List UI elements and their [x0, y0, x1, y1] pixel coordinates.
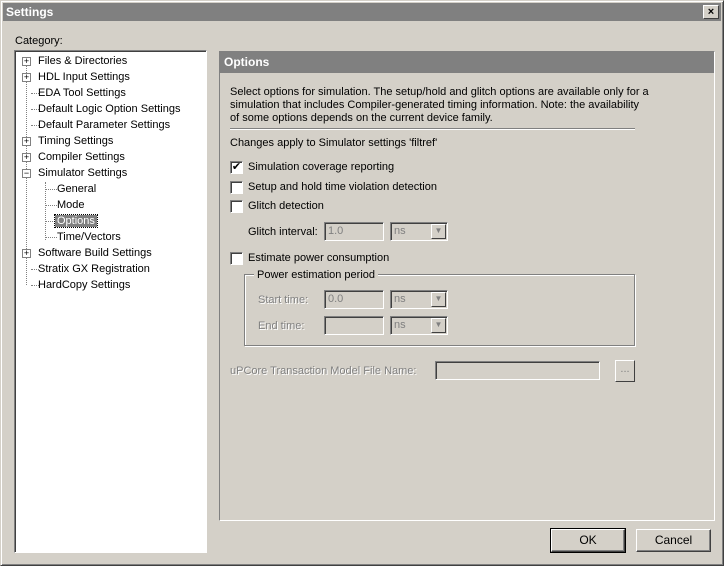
tree-item-label: Compiler Settings [38, 151, 125, 163]
window-title: Settings [6, 5, 54, 19]
tree-item-mode[interactable]: Mode [55, 199, 87, 213]
tree-item-label: Timing Settings [38, 135, 114, 147]
tree-item-label: Files & Directories [38, 55, 128, 67]
setup-hold-checkbox[interactable] [230, 181, 243, 194]
upcore-file-label: uPCore Transaction Model File Name: [230, 365, 417, 377]
tree-item-simulator-settings[interactable]: Simulator Settings [36, 167, 129, 181]
category-tree[interactable]: + Files & Directories + HDL Input Settin… [14, 50, 207, 553]
start-time-unit-select[interactable]: ns ▼ [390, 290, 448, 309]
tree-item-software-build-settings[interactable]: Software Build Settings [36, 247, 154, 261]
glitch-detection-checkbox[interactable] [230, 200, 243, 213]
category-label: Category: [15, 35, 63, 47]
tree-item-default-parameter-settings[interactable]: Default Parameter Settings [36, 119, 172, 133]
settings-dialog: Settings × Category: + Files & Directori… [0, 0, 724, 566]
ok-button[interactable]: OK [550, 528, 626, 553]
estimate-power-label: Estimate power consumption [248, 252, 390, 264]
tree-item-label: Stratix GX Registration [38, 263, 150, 275]
changes-apply-text: Changes apply to Simulator settings 'fil… [230, 137, 438, 149]
glitch-interval-unit-select[interactable]: ns ▼ [390, 222, 448, 241]
options-panel: Options Select options for simulation. T… [219, 51, 715, 521]
tree-item-files-directories[interactable]: Files & Directories [36, 55, 129, 69]
start-time-label: Start time: [258, 294, 309, 306]
glitch-unit-value: ns [394, 225, 406, 237]
panel-header: Options [220, 52, 714, 73]
power-estimation-legend: Power estimation period [254, 269, 379, 281]
plus-icon[interactable]: + [22, 249, 31, 258]
end-unit-value: ns [394, 319, 406, 331]
upcore-file-input[interactable] [435, 361, 600, 380]
title-bar[interactable]: Settings × [3, 3, 721, 21]
close-button[interactable]: × [703, 5, 719, 19]
options-description: Select options for simulation. The setup… [230, 86, 649, 124]
check-icon[interactable]: ✔ [230, 161, 243, 174]
plus-icon[interactable]: + [22, 73, 31, 82]
start-time-input[interactable]: 0.0 [324, 290, 384, 309]
tree-item-general[interactable]: General [55, 183, 98, 197]
tree-item-label: HDL Input Settings [38, 71, 130, 83]
separator [230, 128, 635, 130]
plus-icon[interactable]: + [22, 137, 31, 146]
power-estimation-group [244, 274, 635, 346]
tree-connector [45, 182, 46, 240]
tree-item-timing-settings[interactable]: Timing Settings [36, 135, 115, 149]
tree-item-label: EDA Tool Settings [38, 87, 126, 99]
end-time-input[interactable] [324, 316, 384, 335]
glitch-interval-input[interactable]: 1.0 [324, 222, 384, 241]
tree-item-label: Mode [57, 199, 85, 211]
chevron-down-icon[interactable]: ▼ [431, 224, 446, 239]
end-time-label: End time: [258, 320, 305, 332]
tree-item-label: General [57, 183, 97, 195]
tree-item-label: Software Build Settings [38, 247, 152, 259]
coverage-reporting-label: Simulation coverage reporting [248, 161, 395, 173]
tree-item-label: HardCopy Settings [38, 279, 131, 291]
tree-item-time-vectors[interactable]: Time/Vectors [55, 231, 123, 245]
tree-item-hdl-input-settings[interactable]: HDL Input Settings [36, 71, 132, 85]
tree-item-label: Default Parameter Settings [38, 119, 171, 131]
tree-item-label: Options [54, 214, 98, 228]
chevron-down-icon[interactable]: ▼ [431, 318, 446, 333]
close-icon: × [707, 6, 715, 18]
setup-hold-label: Setup and hold time violation detection [248, 181, 437, 193]
plus-icon[interactable]: + [22, 153, 31, 162]
minus-icon[interactable]: − [22, 169, 31, 178]
glitch-interval-label: Glitch interval: [248, 226, 318, 238]
tree-item-eda-tool-settings[interactable]: EDA Tool Settings [36, 87, 128, 101]
cancel-button[interactable]: Cancel [636, 529, 711, 552]
tree-item-compiler-settings[interactable]: Compiler Settings [36, 151, 127, 165]
plus-icon[interactable]: + [22, 57, 31, 66]
tree-item-stratix-gx-registration[interactable]: Stratix GX Registration [36, 263, 152, 277]
glitch-detection-label: Glitch detection [248, 200, 324, 212]
tree-item-hardcopy-settings[interactable]: HardCopy Settings [36, 279, 132, 293]
end-time-unit-select[interactable]: ns ▼ [390, 316, 448, 335]
browse-button[interactable]: ... [615, 360, 635, 382]
chevron-down-icon[interactable]: ▼ [431, 292, 446, 307]
tree-item-label: Simulator Settings [38, 167, 128, 179]
start-unit-value: ns [394, 293, 406, 305]
tree-item-label: Default Logic Option Settings [38, 103, 181, 115]
tree-item-label: Time/Vectors [57, 231, 121, 243]
tree-item-options[interactable]: Options [54, 214, 98, 229]
tree-item-default-logic-option-settings[interactable]: Default Logic Option Settings [36, 103, 182, 117]
estimate-power-checkbox[interactable] [230, 252, 243, 265]
